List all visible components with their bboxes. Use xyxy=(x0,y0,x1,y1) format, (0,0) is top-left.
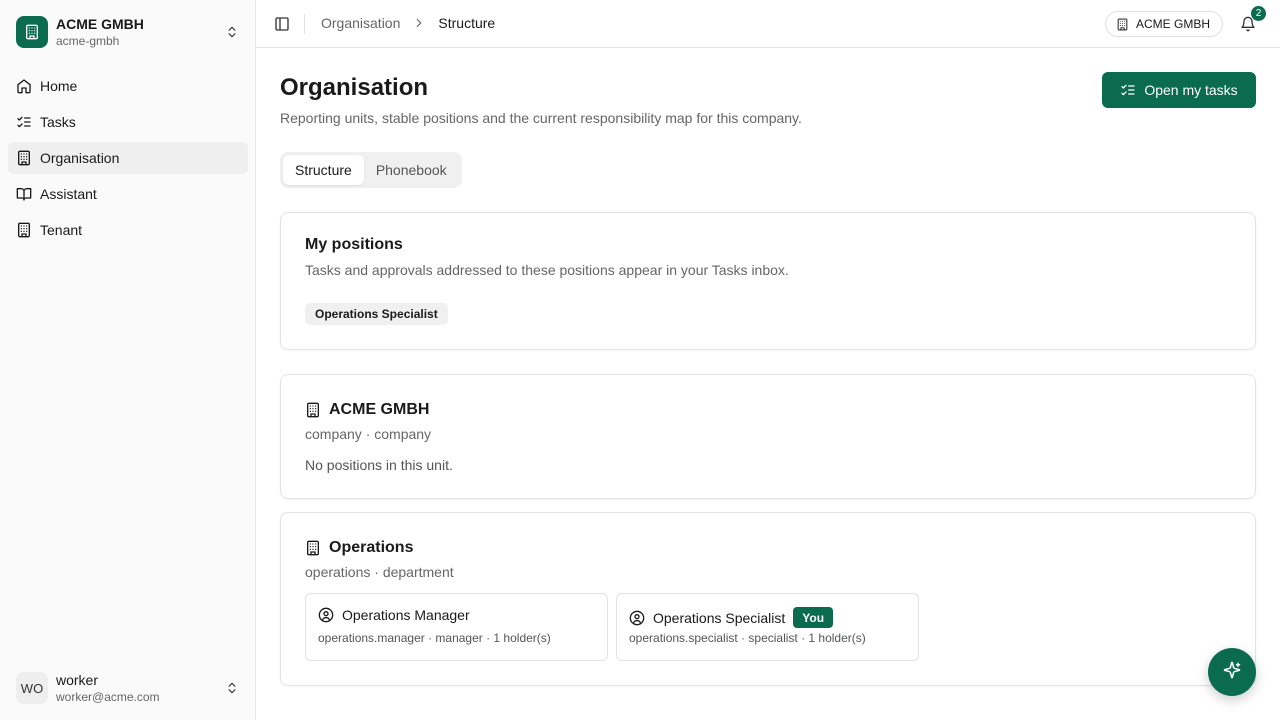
unit-title: Operations xyxy=(305,539,413,557)
unit-title: ACME GMBH xyxy=(305,401,429,419)
tab-structure[interactable]: Structure xyxy=(283,155,364,185)
unit-card-operations: Operations operations · department Opera… xyxy=(280,512,1256,686)
chevrons-up-down-icon xyxy=(224,680,240,696)
tenant-pill-label: ACME GMBH xyxy=(1136,17,1211,31)
user-email: worker@acme.com xyxy=(56,690,160,704)
unit-meta: operations · department xyxy=(305,564,454,580)
card-title: My positions xyxy=(305,236,403,253)
building-icon xyxy=(26,24,38,40)
notification-badge: 2 xyxy=(1251,6,1266,21)
chevrons-up-down-icon xyxy=(224,24,240,40)
position-meta: operations.specialist · specialist · 1 h… xyxy=(629,631,866,645)
empty-state: No positions in this unit. xyxy=(305,457,453,473)
sidebar-item-label: Home xyxy=(40,78,78,94)
main-content: Organisation Reporting units, stable pos… xyxy=(256,48,1280,720)
assistant-fab[interactable] xyxy=(1208,648,1256,696)
chevron-right-icon xyxy=(412,16,426,30)
breadcrumb: Organisation Structure xyxy=(321,15,495,31)
user-circle-icon xyxy=(318,607,334,623)
position-card-operations-manager[interactable]: Operations Manager operations.manager · … xyxy=(305,593,608,661)
breadcrumb-organisation[interactable]: Organisation xyxy=(321,15,400,31)
sidebar: ACME GMBH acme-gmbh Home Tasks Organisat… xyxy=(0,0,256,720)
sidebar-toggle-icon[interactable] xyxy=(272,14,292,34)
position-meta: operations.manager · manager · 1 holder(… xyxy=(318,631,551,645)
position-title: Operations Manager xyxy=(318,607,470,623)
unit-name: Operations xyxy=(329,539,414,556)
book-open-icon xyxy=(16,186,32,202)
my-positions-card: My positions Tasks and approvals address… xyxy=(280,212,1256,350)
sidebar-item-label: Organisation xyxy=(40,150,120,166)
card-description: Tasks and approvals addressed to these p… xyxy=(305,262,789,278)
building-icon xyxy=(305,402,321,418)
list-checks-icon xyxy=(16,114,32,130)
position-card-operations-specialist[interactable]: Operations Specialist You operations.spe… xyxy=(616,593,919,661)
user-name: worker xyxy=(56,672,99,688)
sidebar-item-organisation[interactable]: Organisation xyxy=(8,142,248,174)
tenant-switcher[interactable]: ACME GMBH acme-gmbh xyxy=(8,8,248,56)
page-subtitle: Reporting units, stable positions and th… xyxy=(280,110,802,126)
building-icon xyxy=(16,150,32,166)
avatar: WO xyxy=(16,672,48,704)
position-name: Operations Manager xyxy=(342,607,470,623)
you-badge: You xyxy=(793,607,834,628)
sidebar-nav: Home Tasks Organisation Assistant Tenant xyxy=(8,70,248,250)
unit-card-acme-gmbh: ACME GMBH company · company No positions… xyxy=(280,374,1256,499)
position-name: Operations Specialist xyxy=(653,609,786,626)
sidebar-item-tasks[interactable]: Tasks xyxy=(8,106,248,138)
sidebar-item-assistant[interactable]: Assistant xyxy=(8,178,248,210)
sidebar-item-home[interactable]: Home xyxy=(8,70,248,102)
user-circle-icon xyxy=(629,610,645,626)
page-title: Organisation xyxy=(280,74,429,101)
building-icon xyxy=(1116,17,1130,31)
top-bar: Organisation Structure ACME GMBH 2 xyxy=(256,0,1280,48)
sidebar-item-label: Tenant xyxy=(40,222,83,238)
list-checks-icon xyxy=(1120,82,1136,98)
position-chip: Operations Specialist xyxy=(305,303,448,325)
sidebar-item-label: Assistant xyxy=(40,186,97,202)
unit-meta: company · company xyxy=(305,426,432,442)
user-menu[interactable]: WO worker worker@acme.com xyxy=(8,664,248,712)
breadcrumb-current: Structure xyxy=(438,15,496,31)
unit-name: ACME GMBH xyxy=(329,401,430,418)
sidebar-item-label: Tasks xyxy=(40,114,76,130)
open-my-tasks-button[interactable]: Open my tasks xyxy=(1102,72,1256,108)
open-my-tasks-label: Open my tasks xyxy=(1144,82,1238,98)
tenant-name: ACME GMBH xyxy=(56,16,144,32)
tenant-logo xyxy=(16,16,48,48)
building-icon xyxy=(305,540,321,556)
divider xyxy=(304,14,305,34)
home-icon xyxy=(16,78,32,94)
tab-phonebook[interactable]: Phonebook xyxy=(364,155,459,185)
position-title: Operations Specialist You xyxy=(629,607,834,628)
sparkles-icon xyxy=(1223,661,1241,684)
sidebar-item-tenant[interactable]: Tenant xyxy=(8,214,248,246)
tenant-slug: acme-gmbh xyxy=(56,34,120,48)
view-tabs: Structure Phonebook xyxy=(280,152,462,188)
tenant-pill[interactable]: ACME GMBH xyxy=(1105,11,1224,37)
building-icon xyxy=(16,222,32,238)
